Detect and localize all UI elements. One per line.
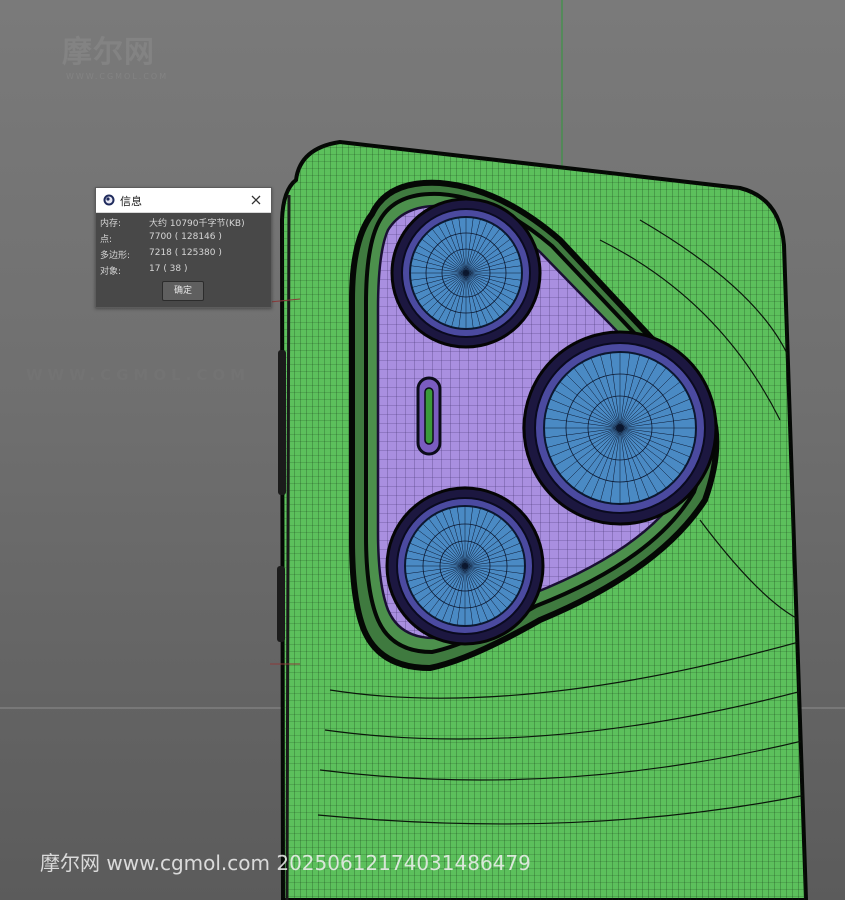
info-dialog[interactable]: 信息 内存: 大约 10790千字节(KB) 点: 7700 ( 128146 … — [95, 187, 272, 308]
watermark-logo-url: WWW.CGMOL.COM — [66, 72, 169, 81]
watermark-caption: 摩尔网 www.cgmol.com 20250612174031486479 — [40, 851, 531, 875]
info-value: 大约 10790千字节(KB) — [149, 219, 245, 229]
info-label: 多边形: — [100, 251, 131, 261]
info-row-polygons: 多边形: 7218 ( 125380 ) — [96, 246, 271, 262]
volume-button — [278, 350, 286, 495]
cinema4d-icon — [103, 194, 115, 206]
watermark-url: WWW.CGMOL.COM — [26, 366, 251, 384]
dialog-titlebar[interactable]: 信息 — [96, 188, 271, 213]
phone-wireframe-scene — [0, 0, 845, 900]
dialog-body: 内存: 大约 10790千字节(KB) 点: 7700 ( 128146 ) 多… — [96, 214, 271, 278]
info-label: 点: — [100, 235, 113, 245]
info-row-objects: 对象: 17 ( 38 ) — [96, 262, 271, 278]
3d-viewport[interactable]: 摩尔网 WWW.CGMOL.COM WWW.CGMOL.COM 摩尔网 www.… — [0, 0, 845, 900]
info-value: 7218 ( 125380 ) — [149, 248, 222, 258]
watermark-logo: 摩尔网 — [62, 35, 155, 70]
info-row-points: 点: 7700 ( 128146 ) — [96, 230, 271, 246]
info-value: 7700 ( 128146 ) — [149, 232, 222, 242]
close-icon[interactable] — [248, 192, 264, 208]
info-value: 17 ( 38 ) — [149, 264, 188, 274]
info-label: 内存: — [100, 219, 122, 229]
power-button — [277, 566, 285, 642]
ok-button[interactable]: 确定 — [162, 281, 204, 301]
info-row-memory: 内存: 大约 10790千字节(KB) — [96, 214, 271, 230]
dialog-title: 信息 — [120, 195, 142, 208]
info-label: 对象: — [100, 267, 122, 277]
